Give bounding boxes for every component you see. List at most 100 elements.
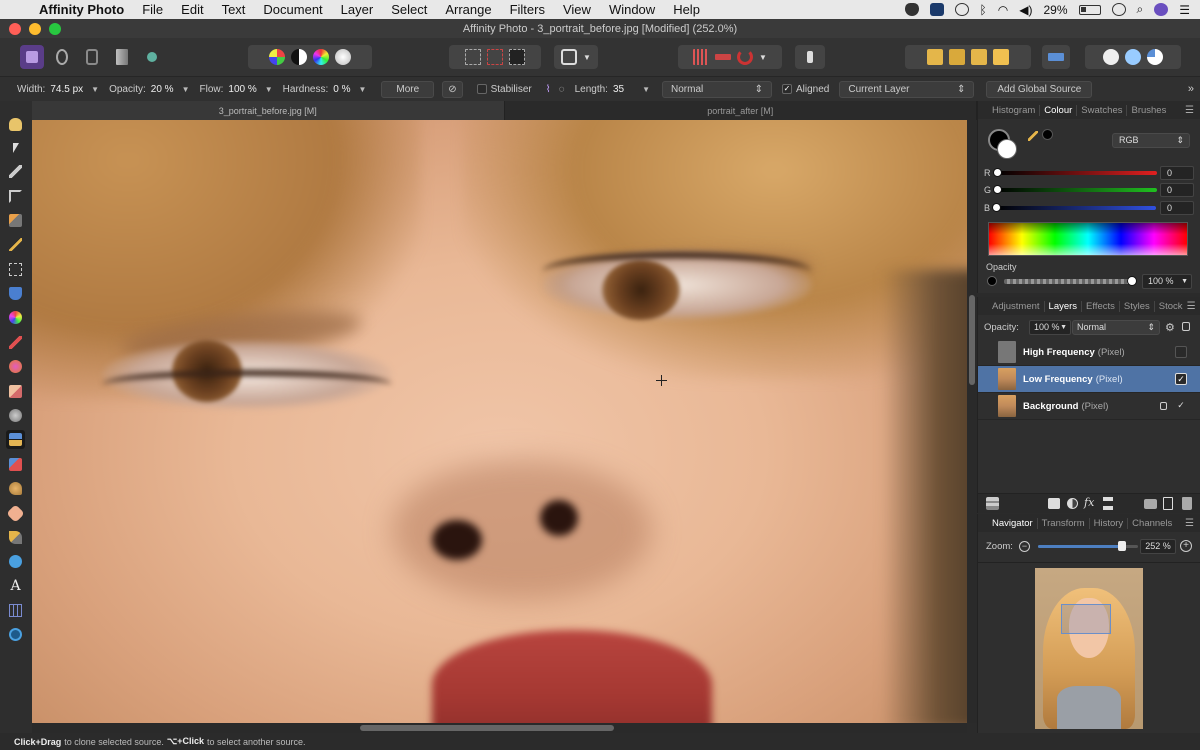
minimize-window-icon[interactable]	[29, 23, 41, 35]
zoom-slider[interactable]	[1038, 541, 1138, 551]
source-select[interactable]: Current Layer ⇕	[839, 80, 975, 98]
move-back-icon[interactable]	[949, 49, 965, 65]
quick-mask-icon[interactable]	[561, 49, 578, 65]
search-icon[interactable]: ⌕	[1137, 2, 1144, 17]
green-slider-knob[interactable]	[993, 185, 1003, 194]
brush-settings-icon[interactable]: ⊘	[442, 80, 463, 98]
tab-channels[interactable]: Channels	[1128, 518, 1176, 529]
red-value-field[interactable]: 0	[1160, 166, 1194, 180]
healing-brush-tool[interactable]	[6, 504, 25, 523]
width-dropdown-icon[interactable]: ▼	[91, 85, 99, 94]
subtract-shape-icon[interactable]	[1125, 49, 1141, 65]
panel-menu-icon[interactable]: ☰	[1187, 301, 1196, 312]
tab-histogram[interactable]: Histogram	[988, 104, 1041, 116]
blue-slider-knob[interactable]	[992, 203, 1002, 212]
vertical-scroll-thumb[interactable]	[969, 295, 975, 385]
lock-icon[interactable]	[1182, 322, 1190, 331]
persona-photo-button[interactable]	[20, 45, 44, 69]
shield-icon[interactable]	[904, 3, 919, 16]
invert-selection-icon[interactable]	[509, 49, 525, 65]
assistant-tools-group[interactable]: ▼	[678, 45, 782, 69]
layer-visibility-checkbox[interactable]	[1175, 346, 1187, 358]
zoom-window-icon[interactable]	[49, 23, 61, 35]
clone-brush-tool[interactable]	[6, 430, 25, 449]
menu-list-icon[interactable]: ☰	[1179, 3, 1190, 17]
move-forward-icon[interactable]	[971, 49, 987, 65]
doc-tab-before[interactable]: 3_portrait_before.jpg [M]	[32, 101, 505, 120]
tab-layers[interactable]: Layers	[1045, 300, 1083, 312]
secondary-colour-swatch[interactable]	[997, 139, 1017, 159]
layer-row-high-frequency[interactable]: High Frequency (Pixel)	[978, 339, 1200, 366]
levels-icon[interactable]	[269, 49, 285, 65]
menu-file[interactable]: File	[133, 2, 172, 17]
length-dropdown-icon[interactable]: ▼	[642, 85, 650, 94]
add-shape-icon[interactable]	[1103, 49, 1119, 65]
color-picker-tool[interactable]	[6, 162, 25, 181]
flood-select-tool[interactable]	[6, 235, 25, 254]
tab-colour[interactable]: Colour	[1040, 104, 1078, 116]
chevron-down-icon[interactable]: ▼	[583, 53, 591, 62]
marquee-tool[interactable]	[6, 260, 25, 279]
intersect-shape-icon[interactable]	[1147, 49, 1163, 65]
blend-mode-select[interactable]: Normal ⇕	[662, 80, 772, 98]
adjustment-layer-icon[interactable]	[1067, 498, 1078, 509]
length-value[interactable]: 35	[613, 84, 624, 95]
layer-opacity-field[interactable]: 100 % ▼	[1029, 320, 1071, 335]
text-tool[interactable]: A	[6, 577, 25, 596]
assistant-manager-button[interactable]	[795, 45, 825, 69]
volume-icon[interactable]: ◀)	[1019, 3, 1032, 17]
red-slider-knob[interactable]	[992, 168, 1002, 177]
tab-effects[interactable]: Effects	[1082, 300, 1120, 312]
hsl-icon[interactable]	[313, 49, 329, 65]
eyedropper-icon[interactable]	[1028, 131, 1038, 141]
aligned-checkbox[interactable]: ✓	[782, 84, 792, 94]
flow-dropdown-icon[interactable]: ▼	[265, 85, 273, 94]
layer-settings-icon[interactable]: ⚙	[1165, 321, 1175, 334]
flood-fill-tool[interactable]	[6, 284, 25, 303]
tab-brushes[interactable]: Brushes	[1127, 105, 1170, 116]
move-to-front-icon[interactable]	[993, 49, 1009, 65]
canvas-horizontal-scrollbar[interactable]	[32, 723, 967, 733]
selection-brush-tool[interactable]	[6, 211, 25, 230]
erase-brush-tool[interactable]	[6, 382, 25, 401]
layer-visibility-checkbox[interactable]: ✓	[1175, 400, 1187, 412]
layer-visibility-checkbox[interactable]: ✓	[1175, 373, 1187, 385]
siri-icon[interactable]	[1154, 3, 1169, 16]
group-icon[interactable]	[1144, 499, 1157, 509]
document-canvas[interactable]	[32, 120, 967, 723]
menu-window[interactable]: Window	[600, 2, 664, 17]
menu-document[interactable]: Document	[254, 2, 331, 17]
white-balance-icon[interactable]	[335, 49, 351, 65]
opacity-slider[interactable]	[1004, 279, 1134, 284]
close-window-icon[interactable]	[9, 23, 21, 35]
trash-icon[interactable]	[1182, 497, 1192, 510]
dropbox-icon[interactable]	[929, 3, 944, 16]
stabiliser-checkbox[interactable]	[476, 84, 487, 94]
menu-arrange[interactable]: Arrange	[436, 2, 500, 17]
contrast-icon[interactable]	[291, 49, 307, 65]
arrange-tools-group[interactable]	[905, 45, 1031, 69]
wifi-icon[interactable]: ◠	[998, 3, 1008, 17]
color-replacement-tool[interactable]	[6, 357, 25, 376]
menu-text[interactable]: Text	[213, 2, 255, 17]
add-global-source-button[interactable]: Add Global Source	[986, 80, 1093, 98]
tab-adjustment[interactable]: Adjustment	[988, 300, 1045, 312]
panel-menu-icon[interactable]: ☰	[1185, 518, 1194, 529]
hardness-value[interactable]: 0 %	[333, 84, 350, 95]
menu-select[interactable]: Select	[382, 2, 436, 17]
battery-icon[interactable]	[1078, 4, 1101, 15]
layer-stack-icon[interactable]	[986, 497, 999, 510]
quick-mask-button[interactable]: ▼	[554, 45, 598, 69]
rope-mode-icon[interactable]: ⌇	[546, 84, 551, 95]
clock-icon[interactable]	[954, 3, 969, 16]
persona-export-button[interactable]	[140, 45, 164, 69]
flow-value[interactable]: 100 %	[228, 84, 256, 95]
menu-help[interactable]: Help	[664, 2, 709, 17]
canvas-vertical-scrollbar[interactable]	[967, 120, 977, 723]
green-value-field[interactable]: 0	[1160, 183, 1194, 197]
dodge-tool[interactable]	[6, 406, 25, 425]
opacity-value[interactable]: 20 %	[151, 84, 174, 95]
chevron-down-icon[interactable]: ▼	[759, 53, 767, 62]
tab-navigator[interactable]: Navigator	[988, 517, 1038, 529]
layer-blend-select[interactable]: Normal ⇕	[1072, 320, 1160, 335]
